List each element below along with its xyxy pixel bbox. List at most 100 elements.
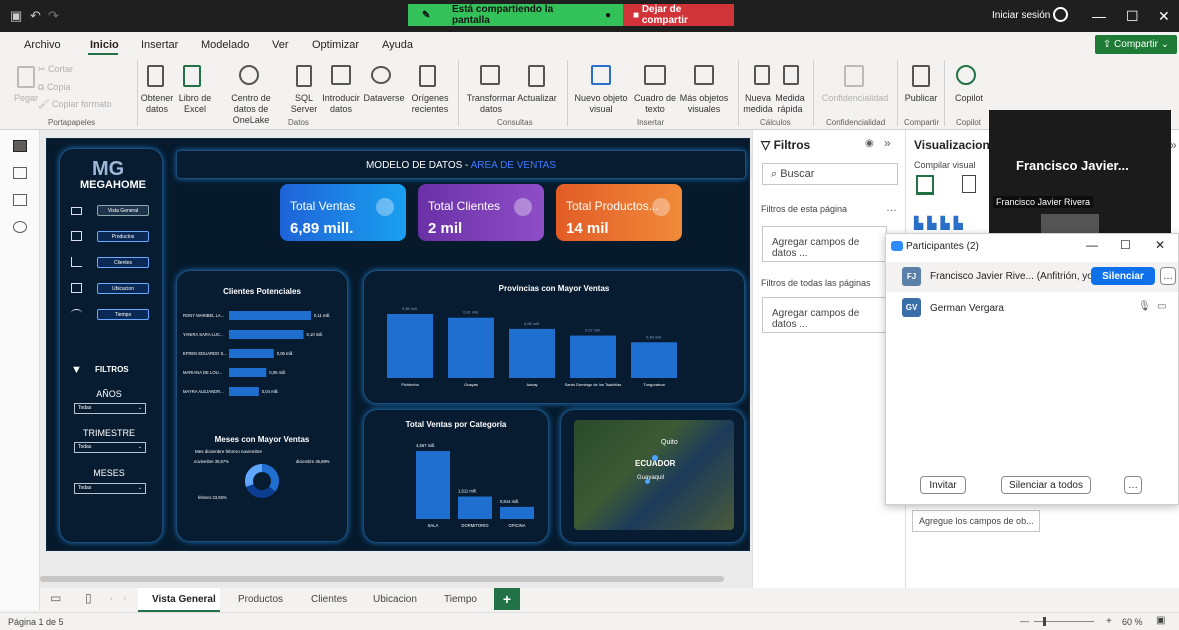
stop-share-button[interactable]: ■ Dejar de compartir <box>623 4 734 26</box>
client-bar[interactable] <box>229 368 267 377</box>
recent-sources-button[interactable]: Orígenes recientes <box>407 93 453 115</box>
kpi-total-ventas[interactable]: Total Ventas 6,89 mill. <box>280 184 406 241</box>
get-data-button[interactable]: Obtener datos <box>138 93 176 115</box>
copilot-button[interactable]: Copilot <box>952 93 986 104</box>
more-options-button[interactable]: … <box>1124 476 1142 494</box>
slicer-anios-dropdown[interactable]: Todas ⌄ <box>74 403 146 414</box>
menu-ayuda[interactable]: Ayuda <box>382 39 413 51</box>
fit-page-icon[interactable]: ▣ <box>1156 615 1165 626</box>
enter-data-button[interactable]: Introducir datos <box>320 93 362 115</box>
quick-measure-button[interactable]: Medida rápida <box>772 93 808 115</box>
province-bar[interactable] <box>570 335 616 378</box>
menu-insertar[interactable]: Insertar <box>141 39 178 51</box>
menu-optimizar[interactable]: Optimizar <box>312 39 359 51</box>
new-measure-button[interactable]: Nueva medida <box>740 93 776 115</box>
table-view-icon[interactable] <box>13 167 27 179</box>
more-options-icon[interactable]: … <box>886 202 897 214</box>
tab-productos[interactable]: Productos <box>238 594 283 605</box>
map-bubble[interactable] <box>652 455 658 461</box>
slicer-meses-dropdown[interactable]: Todas ⌄ <box>74 483 146 494</box>
share-button[interactable]: ⇪ Compartir ⌄ <box>1095 35 1177 54</box>
minimize-icon[interactable]: — <box>1086 238 1098 252</box>
more-visuals-button[interactable]: Más objetos visuales <box>678 93 730 115</box>
map-bubble[interactable] <box>645 479 650 484</box>
nav-ubicacion[interactable]: Ubicacion <box>97 283 149 294</box>
signin-link[interactable]: Iniciar sesión <box>992 10 1050 21</box>
prev-page-icon[interactable]: ‹ <box>110 593 113 603</box>
nav-productos[interactable]: Productos <box>97 231 149 242</box>
next-page-icon[interactable]: › <box>123 593 126 603</box>
mute-button[interactable]: Silenciar <box>1091 267 1155 285</box>
new-visual-button[interactable]: Nuevo objeto visual <box>572 93 630 115</box>
kpi-total-clientes[interactable]: Total Clientes 2 mil <box>418 184 544 241</box>
menu-modelado[interactable]: Modelado <box>201 39 249 51</box>
tab-ubicacion[interactable]: Ubicacion <box>373 594 417 605</box>
zoom-slider-thumb[interactable] <box>1043 617 1046 626</box>
dax-view-icon[interactable] <box>13 221 27 233</box>
category-bar[interactable] <box>500 506 534 519</box>
sensitivity-button[interactable]: Confidencialidad <box>816 93 894 104</box>
client-bar[interactable] <box>229 330 304 339</box>
desktop-layout-icon[interactable]: ▭ <box>50 591 61 605</box>
menu-inicio[interactable]: Inicio <box>90 39 119 51</box>
close-icon[interactable]: ✕ <box>1155 238 1165 252</box>
format-visual-icon[interactable] <box>962 175 976 193</box>
report-view-icon[interactable] <box>13 140 27 152</box>
zoom-in-icon[interactable]: + <box>1106 616 1112 627</box>
transform-data-button[interactable]: Transformar datos <box>466 93 516 115</box>
viz-fields-dropzone[interactable]: Agregue los campos de ob... <box>912 510 1040 532</box>
kpi-total-productos[interactable]: Total Productos... 14 mil <box>556 184 682 241</box>
maximize-icon[interactable]: ☐ <box>1120 238 1131 252</box>
account-icon[interactable] <box>1053 7 1068 22</box>
minimize-icon[interactable]: — <box>1092 8 1106 24</box>
publish-button[interactable]: Publicar <box>902 93 940 104</box>
menu-archivo[interactable]: Archivo <box>24 39 61 51</box>
report-page[interactable]: MG MEGAHOME Vista General Productos Clie… <box>46 138 750 551</box>
undo-icon[interactable]: ↶ <box>30 8 41 24</box>
refresh-button[interactable]: Actualizar <box>512 93 562 104</box>
model-view-icon[interactable] <box>13 194 27 206</box>
save-icon[interactable]: ▣ <box>10 8 22 24</box>
nav-vista-general[interactable]: Vista General <box>97 205 149 216</box>
category-bar[interactable] <box>416 451 450 519</box>
month-slice[interactable] <box>245 464 262 487</box>
textbox-button[interactable]: Cuadro de texto <box>632 93 678 115</box>
share-tool-icon[interactable]: ✎ <box>422 10 430 21</box>
tab-clientes[interactable]: Clientes <box>311 594 347 605</box>
mobile-layout-icon[interactable]: ▯ <box>85 591 92 605</box>
close-icon[interactable]: ✕ <box>1158 8 1170 25</box>
collapse-icon[interactable]: » <box>884 136 891 150</box>
province-bar[interactable] <box>631 342 677 378</box>
camera-icon[interactable]: ▭ <box>1157 301 1166 312</box>
nav-clientes[interactable]: Clientes <box>97 257 149 268</box>
excel-workbook-button[interactable]: Libro de Excel <box>174 93 216 115</box>
dataverse-button[interactable]: Dataverse <box>362 93 406 104</box>
menu-ver[interactable]: Ver <box>272 39 289 51</box>
zoom-out-icon[interactable]: — <box>1020 616 1029 626</box>
filters-search-input[interactable]: ⌕ Buscar <box>762 163 898 185</box>
provincias-chart[interactable]: 0,86 mill. Pichincha 0,81 mill. Guayas 0,66 … <box>377 294 737 399</box>
month-slice[interactable] <box>262 464 279 492</box>
copy-button[interactable]: ⧉ Copia <box>38 82 70 93</box>
sql-server-button[interactable]: SQL Server <box>288 93 320 115</box>
client-bar[interactable] <box>229 349 274 358</box>
canvas-scrollbar[interactable] <box>40 576 724 582</box>
video-tile[interactable]: Francisco Javier... Francisco Javier Riv… <box>989 110 1171 238</box>
onelake-button[interactable]: Centro de datos de OneLake <box>220 93 282 126</box>
invite-button[interactable]: Invitar <box>920 476 966 494</box>
build-visual-icon[interactable] <box>916 175 934 195</box>
all-pages-filters-dropzone[interactable]: Agregar campos de datos ... <box>762 297 887 333</box>
tab-tiempo[interactable]: Tiempo <box>444 594 477 605</box>
participant-more-button[interactable]: … <box>1160 267 1176 285</box>
paste-button[interactable]: Pegar <box>14 93 38 104</box>
slicer-trimestre-dropdown[interactable]: Todas ⌄ <box>74 442 146 453</box>
visual-types-icons[interactable]: ▙▙▙▙ <box>914 216 974 230</box>
maximize-icon[interactable]: ☐ <box>1126 8 1139 25</box>
cut-button[interactable]: ✂ Cortar <box>38 64 73 75</box>
mic-icon[interactable]: 🎙 <box>1138 301 1151 312</box>
client-bar[interactable] <box>229 311 311 320</box>
redo-icon[interactable]: ↷ <box>48 8 59 24</box>
meses-chart[interactable]: diciembre 35,68% febrero 33,65% noviembre … <box>178 453 346 513</box>
province-bar[interactable] <box>387 314 433 378</box>
eye-icon[interactable]: ◉ <box>865 138 874 149</box>
